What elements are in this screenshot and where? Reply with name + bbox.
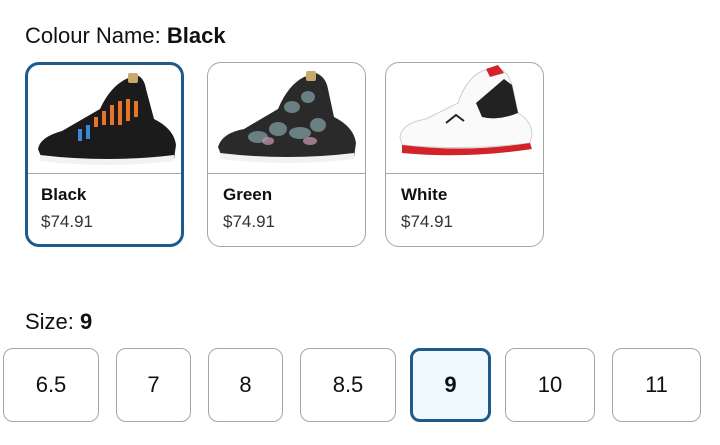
colour-swatch-black[interactable]: Black $74.91 [25,62,184,247]
size-option-6-5[interactable]: 6.5 [3,348,99,422]
size-heading: Size: 9 [25,309,92,335]
size-option-10[interactable]: 10 [505,348,595,422]
swatch-divider [28,173,181,174]
swatch-price: $74.91 [223,212,275,231]
white-shoe-image [386,63,543,173]
green-shoe-image [208,63,365,173]
swatch-divider [208,173,365,174]
swatch-price: $74.91 [41,212,93,231]
size-option-11[interactable]: 11 [612,348,701,422]
swatch-name: Black [41,185,87,204]
swatch-name: White [401,185,448,204]
swatch-name: Green [223,185,273,204]
colour-name-label: Colour Name: [25,23,167,48]
swatch-price: $74.91 [401,212,453,231]
black-shoe-image [28,65,181,175]
size-option-9[interactable]: 9 [410,348,491,422]
swatch-divider [386,173,543,174]
size-label: Size: [25,309,81,334]
size-option-7[interactable]: 7 [116,348,191,422]
colour-name-heading: Colour Name: Black [25,23,226,49]
colour-swatch-white[interactable]: White $74.91 [385,62,544,247]
selected-colour-value: Black [166,23,226,48]
selected-size-value: 9 [80,309,93,334]
size-option-8[interactable]: 8 [208,348,283,422]
size-option-8-5[interactable]: 8.5 [300,348,396,422]
colour-swatch-green[interactable]: Green $74.91 [207,62,366,247]
